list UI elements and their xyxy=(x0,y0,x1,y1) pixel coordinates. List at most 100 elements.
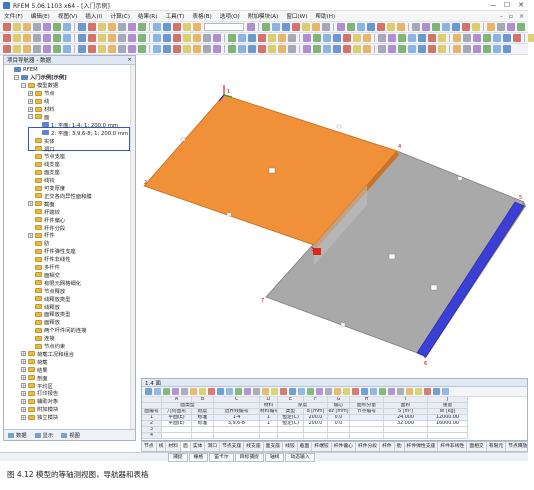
toolbar-dropdown[interactable] xyxy=(204,23,244,31)
table-toolbar-button-icon[interactable] xyxy=(406,388,413,395)
toolbar-button-icon[interactable] xyxy=(98,23,106,31)
toolbar-button-icon[interactable] xyxy=(43,23,51,31)
table-toolbar-button-icon[interactable] xyxy=(199,388,206,395)
tree-item[interactable]: 实体 xyxy=(28,137,55,145)
toolbar-button-icon[interactable] xyxy=(353,34,361,42)
model-viewport[interactable]: 1 2 3 4 5 6 7 xyxy=(141,55,528,377)
tree-item[interactable]: − 模型数据 xyxy=(21,82,58,89)
toolbar-button-icon[interactable] xyxy=(313,45,321,53)
toolbar-button-icon[interactable] xyxy=(153,23,161,31)
toolbar-button-icon[interactable] xyxy=(13,23,21,31)
toolbar-button-icon[interactable] xyxy=(228,34,236,42)
toolbar-button-icon[interactable] xyxy=(128,34,136,42)
toolbar-button-icon[interactable] xyxy=(238,45,246,53)
toolbar-button-icon[interactable] xyxy=(173,23,181,31)
tree-item[interactable]: 杆端铰 xyxy=(28,208,60,216)
toolbar-button-icon[interactable] xyxy=(517,23,525,31)
tree-item[interactable]: 可变厚度 xyxy=(28,185,65,192)
toolbar-button-icon[interactable] xyxy=(118,34,126,42)
table-toolbar-button-icon[interactable] xyxy=(298,388,305,395)
tree-item[interactable]: 线释放 xyxy=(28,303,60,311)
sheet-tab[interactable]: 杆件弹性支座 xyxy=(405,442,439,451)
toolbar-button-icon[interactable] xyxy=(153,34,161,42)
toolbar-button-icon[interactable] xyxy=(453,34,461,42)
toolbar-button-icon[interactable] xyxy=(388,45,396,53)
menu-item[interactable]: 表格(B) xyxy=(188,12,215,20)
toolbar-button-icon[interactable] xyxy=(108,34,116,42)
tree-expander-icon[interactable]: + xyxy=(21,383,26,388)
tree-item[interactable]: 1: 平面; 1-4; 1; 200.0 mm xyxy=(35,121,118,129)
tree-item[interactable]: + 辅助对象 xyxy=(21,398,58,405)
mdi-control-button[interactable]: ▫ xyxy=(509,13,513,20)
navigator-tab[interactable]: 视图 xyxy=(57,431,84,439)
toolbar-button-icon[interactable] xyxy=(13,45,21,53)
toolbar-button-icon[interactable] xyxy=(367,23,375,31)
tree-expander-icon[interactable]: − xyxy=(21,82,26,88)
toolbar-button-icon[interactable] xyxy=(98,34,106,42)
toolbar-button-icon[interactable] xyxy=(363,45,371,53)
table-cell[interactable] xyxy=(384,433,428,439)
table-toolbar-button-icon[interactable] xyxy=(415,388,422,395)
toolbar-button-icon[interactable] xyxy=(128,23,136,31)
table-toolbar-button-icon[interactable] xyxy=(271,388,278,395)
toolbar-button-icon[interactable] xyxy=(408,45,416,53)
toolbar-button-icon[interactable] xyxy=(347,23,355,31)
toolbar-button-icon[interactable] xyxy=(353,45,361,53)
toolbar-button-icon[interactable] xyxy=(303,45,311,53)
tree-item[interactable]: 线支座 xyxy=(28,161,60,168)
toolbar-button-icon[interactable] xyxy=(238,34,246,42)
tree-item[interactable]: RFEM xyxy=(7,66,38,73)
toolbar-button-icon[interactable] xyxy=(282,23,290,31)
toolbar-button-icon[interactable] xyxy=(248,45,256,53)
toolbar-button-icon[interactable] xyxy=(438,34,446,42)
tree-expander-icon[interactable]: + xyxy=(21,367,26,373)
toolbar-button-icon[interactable] xyxy=(63,45,71,53)
toolbar-button-icon[interactable] xyxy=(483,45,491,53)
tree-item[interactable]: − 面 xyxy=(28,113,49,121)
maximize-button[interactable]: ☐ xyxy=(500,1,514,9)
toolbar-button-icon[interactable] xyxy=(363,34,371,42)
toolbar-button-icon[interactable] xyxy=(378,45,386,53)
surfaces-table[interactable]: A B C D E F G H I J 面类型 材料 厚度 偏心 面积分量 面积 重量 面编号 几何图形 刚度 边界线编… xyxy=(142,397,527,439)
tree-item[interactable]: 节点释放 xyxy=(28,287,65,295)
status-toggle-button[interactable]: 轴线 xyxy=(264,452,285,462)
tree-expander-icon[interactable]: − xyxy=(14,74,19,80)
tree-item[interactable]: + 结果 xyxy=(21,366,48,374)
status-toggle-button[interactable]: 动态输入 xyxy=(285,452,315,462)
table-toolbar-button-icon[interactable] xyxy=(235,388,242,395)
toolbar-button-icon[interactable] xyxy=(138,34,146,42)
table-toolbar-button-icon[interactable] xyxy=(217,388,224,395)
toolbar-button-icon[interactable] xyxy=(398,45,406,53)
toolbar-button-icon[interactable] xyxy=(3,23,11,31)
tree-item[interactable]: + 平均区 xyxy=(21,382,53,390)
toolbar-button-icon[interactable] xyxy=(248,34,256,42)
status-toggle-button[interactable]: 目标捕捉 xyxy=(234,452,264,462)
toolbar-button-icon[interactable] xyxy=(503,34,511,42)
menu-item[interactable]: 结果(R) xyxy=(134,12,161,20)
table-toolbar-button-icon[interactable] xyxy=(262,388,269,395)
toolbar-button-icon[interactable] xyxy=(503,45,511,53)
toolbar-button-icon[interactable] xyxy=(193,45,201,53)
toolbar-button-icon[interactable] xyxy=(108,23,116,31)
toolbar-button-icon[interactable] xyxy=(108,45,116,53)
toolbar-button-icon[interactable] xyxy=(3,34,11,42)
menu-item[interactable]: 窗口(W) xyxy=(282,12,311,20)
table-cell[interactable] xyxy=(278,433,304,439)
tree-item[interactable]: + 杆件 xyxy=(28,232,55,239)
tree-item[interactable]: + 附加模块 xyxy=(21,406,58,413)
menu-item[interactable]: 视图(V) xyxy=(54,12,81,20)
sheet-tab[interactable]: 面 xyxy=(181,442,191,451)
menu-item[interactable]: 文件(F) xyxy=(0,12,27,20)
table-toolbar-button-icon[interactable] xyxy=(334,388,341,395)
table-toolbar-button-icon[interactable] xyxy=(181,388,188,395)
toolbar-button-icon[interactable] xyxy=(3,45,11,53)
toolbar-button-icon[interactable] xyxy=(337,23,345,31)
sheet-tab[interactable]: 杆件非线性 xyxy=(438,442,468,451)
toolbar-button-icon[interactable] xyxy=(493,34,501,42)
tree-expander-icon[interactable]: + xyxy=(28,232,33,238)
toolbar-button-icon[interactable] xyxy=(387,23,395,31)
toolbar-button-icon[interactable] xyxy=(213,34,221,42)
toolbar-button-icon[interactable] xyxy=(473,34,481,42)
toolbar-button-icon[interactable] xyxy=(462,23,470,31)
menu-item[interactable]: 工具(T) xyxy=(161,12,188,20)
